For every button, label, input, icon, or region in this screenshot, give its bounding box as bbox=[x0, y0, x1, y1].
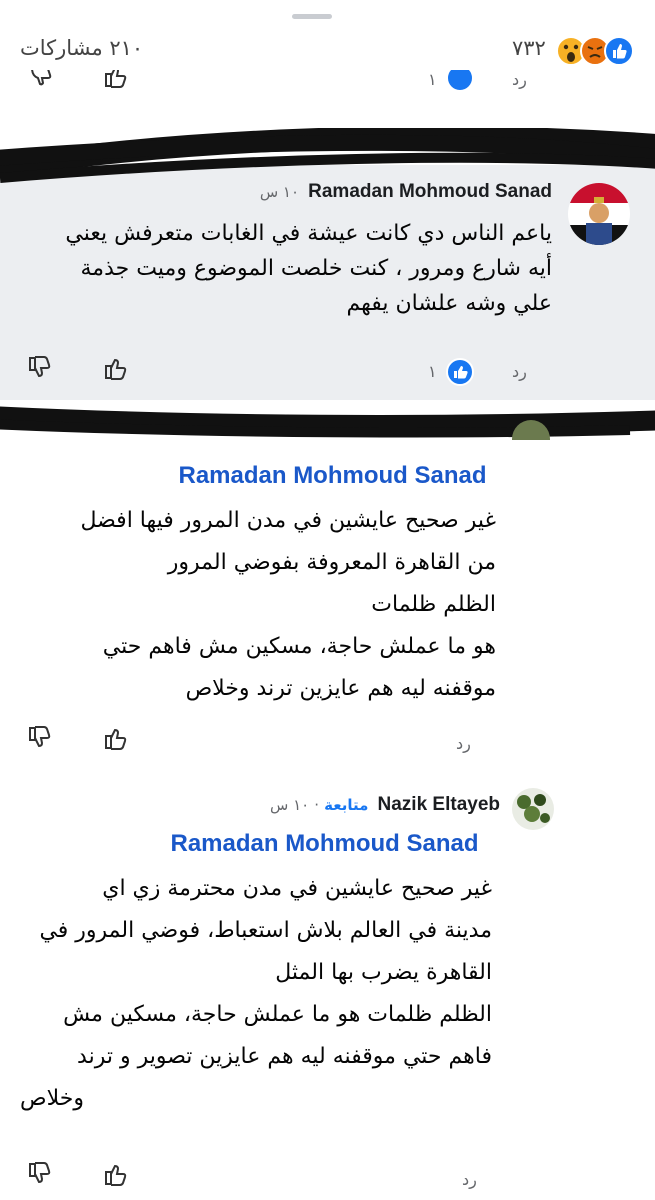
avatar[interactable] bbox=[568, 183, 630, 245]
comment-line: وخلاص bbox=[20, 1086, 84, 1111]
author-name[interactable]: Ramadan Mohmoud Sanad bbox=[308, 181, 552, 202]
meta-separator: · bbox=[314, 796, 320, 814]
comment-time[interactable]: ١٠ س bbox=[260, 183, 299, 201]
dislike-icon[interactable] bbox=[26, 354, 54, 382]
comment-line: الظلم ظلمات bbox=[371, 592, 496, 617]
author-name[interactable]: Nazik Eltayeb bbox=[378, 794, 501, 815]
thumbs-up-icon[interactable] bbox=[102, 724, 130, 752]
comment-line: القاهرة يضرب بها المثل bbox=[275, 960, 492, 985]
previous-comment-actions: ١ رد bbox=[0, 70, 655, 96]
mention-link[interactable]: Ramadan Mohmoud Sanad bbox=[92, 830, 557, 858]
dislike-icon[interactable] bbox=[26, 70, 54, 90]
comment-line: غير صحيح عايشين في مدن المرور فيها افضل bbox=[80, 508, 496, 533]
redaction-scribble bbox=[0, 128, 655, 183]
drag-handle[interactable] bbox=[292, 14, 332, 19]
comment-line: من القاهرة المعروفة بفوضي المرور bbox=[167, 550, 496, 575]
comment-body: ياعم الناس دي كانت عيشة في الغابات متعرف… bbox=[20, 216, 552, 321]
thumbs-up-icon[interactable] bbox=[102, 1160, 130, 1188]
thumbs-up-icon[interactable] bbox=[102, 354, 130, 382]
comment-line: فاهم حتي موقفنه ليه هم عايزين تصوير و تر… bbox=[77, 1044, 492, 1069]
comment-body: غير صحيح عايشين في مدن محترمة زي اي مدين… bbox=[20, 868, 492, 1120]
like-icon bbox=[604, 36, 634, 66]
reply-button[interactable]: رد bbox=[456, 734, 471, 753]
reply-button[interactable]: رد bbox=[512, 362, 527, 381]
mention-link[interactable]: Ramadan Mohmoud Sanad bbox=[100, 462, 565, 490]
comment-line: موقفنه ليه هم عايزين ترند وخلاص bbox=[185, 676, 496, 701]
comment-time[interactable]: ١٠ س bbox=[270, 796, 309, 814]
avatar[interactable] bbox=[512, 788, 554, 830]
comment-line: مدينة في العالم بلاش استعباط، فوضي المرو… bbox=[39, 918, 492, 943]
comment-body: غير صحيح عايشين في مدن المرور فيها افضل … bbox=[20, 500, 496, 710]
follow-button[interactable]: متابعة bbox=[324, 796, 368, 814]
like-badge-icon bbox=[446, 70, 474, 92]
reply-button[interactable]: رد bbox=[462, 1170, 477, 1189]
like-count[interactable]: ١ bbox=[428, 70, 437, 89]
comment-line: أيه شارع ومرور ، كنت خلصت الموضوع وميت ج… bbox=[80, 256, 553, 281]
comment-header: متابعة · ١٠ س Nazik Eltayeb bbox=[200, 794, 500, 816]
comment-header: ١٠ س Ramadan Mohmoud Sanad bbox=[220, 181, 552, 203]
reply-button[interactable]: رد bbox=[512, 70, 527, 89]
reaction-count[interactable]: ٧٣٢ bbox=[512, 36, 546, 60]
comment-line: غير صحيح عايشين في مدن محترمة زي اي bbox=[102, 876, 492, 901]
shares-count[interactable]: ٢١٠ مشاركات bbox=[20, 36, 143, 60]
comment-line: هو ما عملش حاجة، مسكين مش فاهم حتي bbox=[102, 634, 496, 659]
thumbs-up-icon[interactable] bbox=[102, 70, 130, 90]
comment-line: علي وشه علشان يفهم bbox=[346, 291, 552, 316]
dislike-icon[interactable] bbox=[26, 724, 54, 752]
like-badge-icon bbox=[446, 358, 474, 386]
like-count[interactable]: ١ bbox=[428, 362, 437, 381]
dislike-icon[interactable] bbox=[26, 1160, 54, 1188]
comment-line: ياعم الناس دي كانت عيشة في الغابات متعرف… bbox=[65, 221, 552, 246]
comment-line: الظلم ظلمات هو ما عملش حاجة، مسكين مش bbox=[63, 1002, 492, 1027]
redaction-scribble bbox=[0, 406, 655, 438]
reaction-summary[interactable] bbox=[555, 35, 637, 67]
